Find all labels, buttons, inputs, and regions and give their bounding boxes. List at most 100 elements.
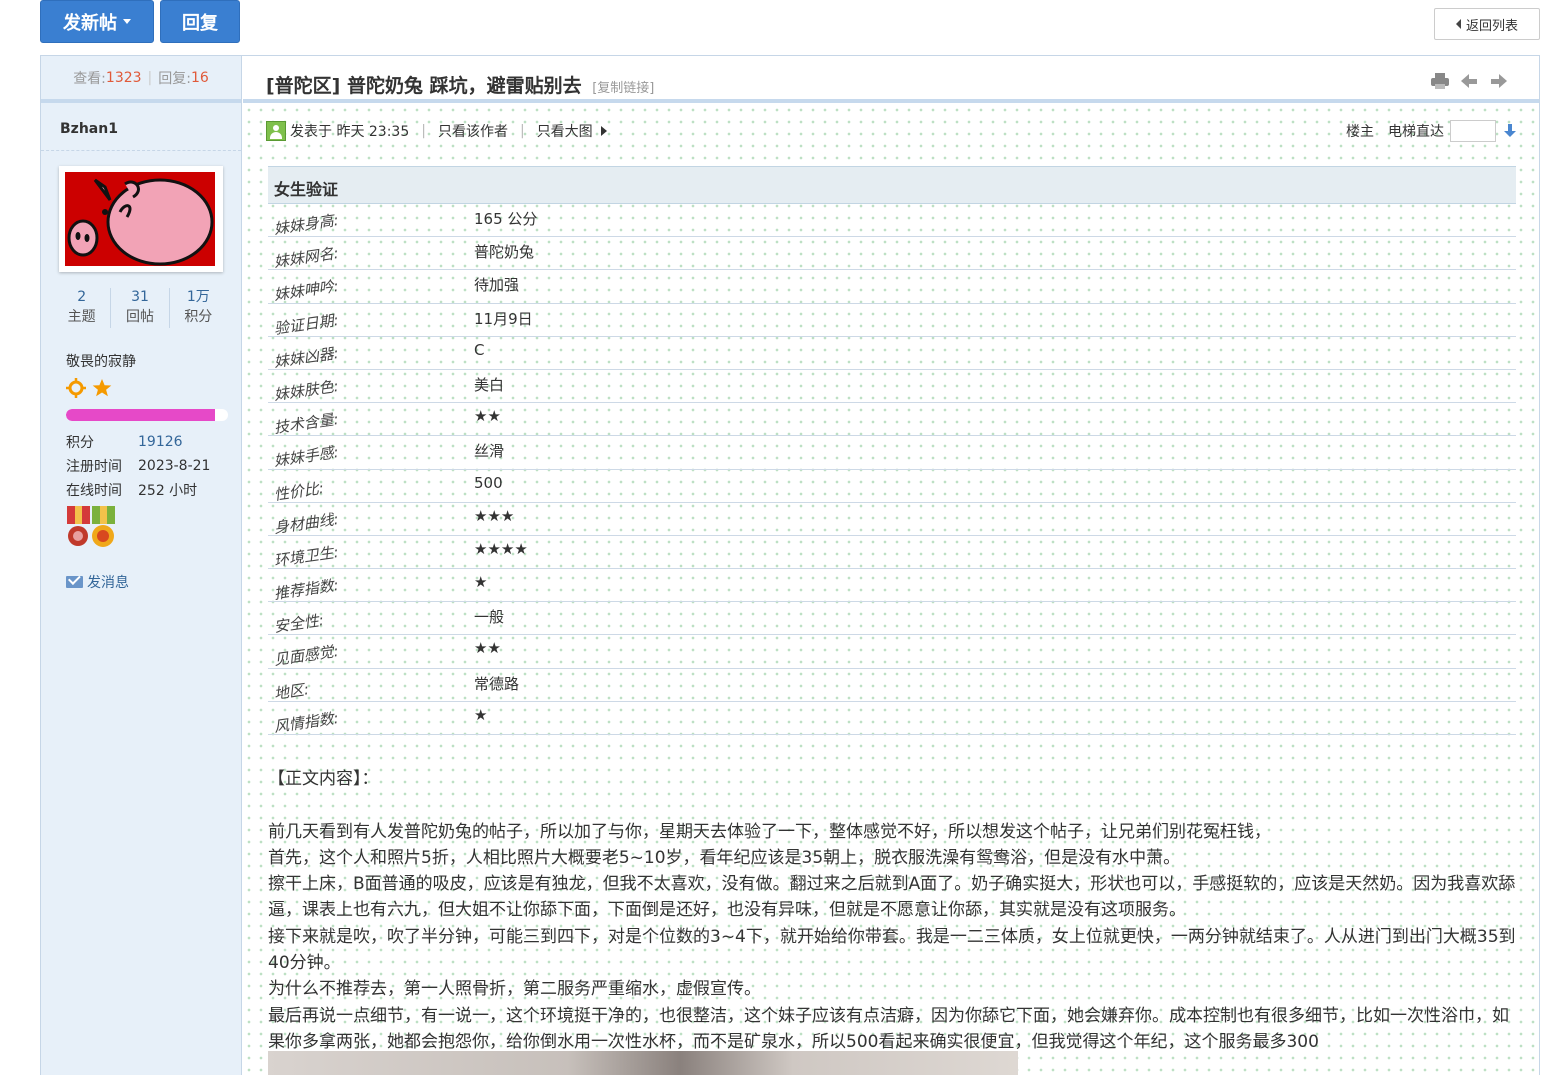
stats-divider: | xyxy=(147,69,153,86)
rank-progress-fill xyxy=(66,409,216,421)
verification-value: 500 xyxy=(474,473,503,492)
author-name-text: Bzhan1 xyxy=(60,121,118,137)
verification-value: 丝滑 xyxy=(474,442,505,461)
verification-key: 妹妹肤色: xyxy=(272,376,340,404)
back-to-list-label: 返回列表 xyxy=(1465,18,1518,34)
stat-value: 1万 xyxy=(186,289,210,305)
chevron-left-icon xyxy=(1455,19,1461,29)
rank-badges xyxy=(66,378,112,400)
verification-row: 推荐指数: ★ xyxy=(268,569,1516,603)
caret-right-icon xyxy=(600,126,607,136)
meta-divider: | xyxy=(519,123,525,139)
online-user-icon xyxy=(266,121,286,141)
medal-gold-icon[interactable] xyxy=(91,506,116,550)
only-images-link[interactable]: 只看大图 xyxy=(537,121,593,141)
body-paragraph: 最后再说一点细节，有一说一，这个环境挺干净的，也很整洁，这个妹子应该有点洁癖，因… xyxy=(268,1005,1509,1052)
body-paragraph xyxy=(268,792,1518,818)
verification-key: 推荐指数: xyxy=(272,576,340,603)
star-icon xyxy=(92,379,112,397)
verification-heading: 女生验证 xyxy=(268,166,1516,204)
verification-key: 妹妹呻吟: xyxy=(272,277,340,305)
verification-key: 见面感觉: xyxy=(272,642,340,670)
stat-value: 2 xyxy=(77,289,87,305)
verification-value: ★★★ xyxy=(474,506,515,525)
author-stat-posts[interactable]: 31 回帖 xyxy=(111,288,170,328)
rank-title[interactable]: 敬畏的寂静 xyxy=(66,351,136,371)
info-value: 2023-8-21 xyxy=(138,458,211,474)
body-paragraph: 为什么不推荐去，第一人照骨折，第二服务严重缩水，虚假宣传。 xyxy=(268,979,761,1000)
info-row-registered: 注册时间 2023-8-21 xyxy=(66,454,231,478)
info-value: 252 小时 xyxy=(138,483,198,499)
sun-icon xyxy=(66,378,86,398)
post-content: [普陀区] 普陀奶兔 踩坑，避雷贴别去 [复制链接] 发表于 昨天 23:35 … xyxy=(243,56,1539,1075)
stat-label: 主题 xyxy=(67,309,96,325)
post-meta-bar: 发表于 昨天 23:35 | 只看该作者 | 只看大图 楼主 电梯直达 xyxy=(266,120,1516,142)
body-paragraph: 【正文内容】： xyxy=(268,769,379,789)
verification-value: ★ xyxy=(474,705,488,724)
jump-label: 电梯直达 xyxy=(1388,124,1444,140)
medal-red-icon[interactable] xyxy=(66,506,91,550)
verification-value: ★ xyxy=(474,573,488,592)
replies-label: 回复: xyxy=(158,70,191,87)
back-to-list-button[interactable]: 返回列表 xyxy=(1434,8,1540,40)
info-key: 积分 xyxy=(66,435,94,451)
verification-key: 妹妹凶器: xyxy=(272,343,340,371)
verification-key: 风情指数: xyxy=(272,708,340,736)
verification-row: 妹妹身高: 165 公分 xyxy=(268,204,1516,238)
post-body: 【正文内容】： 前几天看到有人发普陀奶兔的帖子，所以加了与你，星期天去体验了一下… xyxy=(268,766,1518,1055)
print-icon[interactable] xyxy=(1431,73,1449,89)
verification-table: 女生验证 妹妹身高: 165 公分 妹妹网名: 普陀奶兔 妹妹呻吟: 待加强 验证日期: 11… xyxy=(268,166,1516,736)
verification-key: 安全性: xyxy=(272,611,325,637)
verification-value: ★★★★ xyxy=(474,539,528,558)
verification-row: 风情指数: ★ xyxy=(268,702,1516,736)
verification-row: 环境卫生: ★★★★ xyxy=(268,536,1516,570)
verification-row: 妹妹肤色: 美白 xyxy=(268,370,1516,404)
new-post-button[interactable]: 发新帖 xyxy=(40,0,154,43)
only-author-link[interactable]: 只看该作者 xyxy=(438,121,508,141)
stat-label: 积分 xyxy=(184,309,213,325)
floor-jump: 楼主 电梯直达 xyxy=(1346,120,1516,142)
author-stats: 2 主题 31 回帖 1万 积分 xyxy=(53,288,227,328)
author-stat-points[interactable]: 1万 积分 xyxy=(170,288,227,328)
post-image[interactable] xyxy=(268,1051,1018,1075)
previous-thread-icon[interactable] xyxy=(1461,73,1479,89)
verification-row: 验证日期: 11月9日 xyxy=(268,304,1516,337)
arrow-down-icon[interactable] xyxy=(1504,124,1516,138)
thread-stats: 查看: 1323 | 回复: 16 xyxy=(41,56,241,103)
top-action-bar: 发新帖 回复 返回列表 xyxy=(0,0,1545,50)
copy-link-button[interactable]: [复制链接] xyxy=(592,81,654,96)
info-value[interactable]: 19126 xyxy=(138,434,183,450)
floor-jump-input[interactable] xyxy=(1450,120,1496,142)
info-key: 注册时间 xyxy=(66,459,122,475)
verification-key: 技术含量: xyxy=(272,410,340,438)
verification-row: 安全性: 一般 xyxy=(268,602,1516,637)
author-name[interactable]: Bzhan1 xyxy=(41,103,241,151)
verification-row: 妹妹凶器: C xyxy=(268,337,1516,371)
verification-value: 普陀奶兔 xyxy=(474,243,535,262)
verification-rows: 妹妹身高: 165 公分 妹妹网名: 普陀奶兔 妹妹呻吟: 待加强 验证日期: 11月9日 妹妹… xyxy=(268,204,1516,736)
thread-header: [普陀区] 普陀奶兔 踩坑，避雷贴别去 [复制链接] xyxy=(243,56,1539,103)
send-message-label: 发消息 xyxy=(87,575,129,591)
info-row-online: 在线时间 252 小时 xyxy=(66,478,231,502)
author-info: 积分 19126 注册时间 2023-8-21 在线时间 252 小时 xyxy=(66,430,231,502)
next-thread-icon[interactable] xyxy=(1491,73,1509,89)
medals xyxy=(66,506,116,550)
floor-label: 楼主 xyxy=(1346,124,1374,140)
body-paragraph: 前几天看到有人发普陀奶兔的帖子，所以加了与你，星期天去体验了一下，整体感觉不好，… xyxy=(268,821,1271,842)
author-stat-topics[interactable]: 2 主题 xyxy=(53,288,112,328)
verification-row: 性价比: 500 xyxy=(268,470,1516,503)
send-message-link[interactable]: 发消息 xyxy=(66,572,129,592)
verification-value: ★★ xyxy=(474,407,501,426)
verification-value: 165 公分 xyxy=(474,210,538,228)
reply-label: 回复 xyxy=(182,12,218,34)
verification-row: 妹妹手感: 丝滑 xyxy=(268,436,1516,471)
posted-at: 发表于 昨天 23:35 xyxy=(290,124,410,140)
replies-count: 16 xyxy=(190,69,209,86)
avatar[interactable] xyxy=(59,166,223,272)
reply-button[interactable]: 回复 xyxy=(160,0,240,43)
verification-key: 环境卫生: xyxy=(272,542,340,570)
verification-key: 妹妹手感: xyxy=(272,443,340,471)
info-key: 在线时间 xyxy=(66,483,122,499)
views-count: 1323 xyxy=(105,69,142,86)
verification-key: 验证日期: xyxy=(272,310,340,338)
